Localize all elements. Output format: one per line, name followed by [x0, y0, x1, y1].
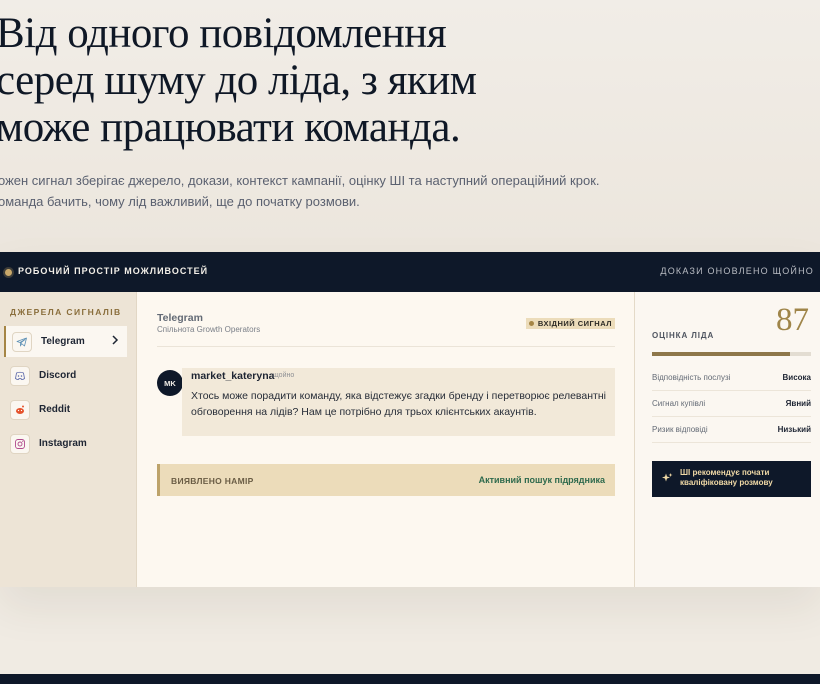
- sidebar-item-discord[interactable]: Discord: [4, 360, 127, 391]
- score-row-value: Висока: [782, 373, 811, 382]
- hero-headline: Від одного повідомлення серед шуму до лі…: [0, 10, 816, 151]
- workspace-header: РОБОЧИЙ ПРОСТІР МОЖЛИВОСТЕЙ ДОКАЗИ ОНОВЛ…: [0, 252, 820, 292]
- evidence-status: ДОКАЗИ ОНОВЛЕНО ЩОЙНО: [660, 266, 814, 276]
- headline-line: серед шуму до ліда, з яким: [0, 57, 477, 104]
- sparkle-icon: [661, 472, 673, 487]
- message-time: щойно: [273, 372, 295, 379]
- score-row-key: Сигнал купівлі: [652, 399, 706, 408]
- score-progress-bar: [652, 352, 811, 356]
- intent-label: ВИЯВЛЕНО НАМІР: [171, 476, 254, 486]
- footer-band: [0, 674, 820, 684]
- sidebar-item-label: Discord: [39, 370, 77, 381]
- score-row: Відповідність послузі Висока: [652, 365, 811, 391]
- telegram-icon: [12, 331, 32, 352]
- ai-recommendation-button[interactable]: ШІ рекомендує почати кваліфіковану розмо…: [652, 461, 811, 497]
- avatar: MK: [157, 370, 183, 396]
- score-row-key: Відповідність послузі: [652, 373, 731, 382]
- score-row: Сигнал купівлі Явний: [652, 391, 811, 417]
- score-row: Ризик відповіді Низький: [652, 417, 811, 443]
- subtext-line: ожен сигнал зберігає джерело, докази, ко…: [0, 173, 600, 188]
- headline-line: може працювати команда.: [0, 104, 461, 151]
- sidebar-title: ДЖЕРЕЛА СИГНАЛІВ: [10, 307, 122, 317]
- message-bubble: market_kateryna щойно Хтось може порадит…: [182, 368, 615, 436]
- score-row-value: Низький: [777, 425, 811, 434]
- sidebar-item-instagram[interactable]: Instagram: [4, 428, 127, 459]
- discord-icon: [10, 365, 30, 386]
- lead-score: 87: [776, 302, 809, 338]
- sidebar-item-reddit[interactable]: Reddit: [4, 394, 127, 425]
- sidebar-item-telegram[interactable]: Telegram: [4, 326, 127, 357]
- status-dot-icon: [5, 269, 12, 276]
- signal-feed: Telegram Спільнота Growth Operators ВХІД…: [137, 292, 634, 587]
- reddit-icon: [10, 399, 30, 420]
- workspace-title: РОБОЧИЙ ПРОСТІР МОЖЛИВОСТЕЙ: [18, 266, 209, 276]
- score-row-key: Ризик відповіді: [652, 425, 708, 434]
- divider: [157, 346, 615, 347]
- channel-subtitle: Спільнота Growth Operators: [157, 325, 261, 334]
- headline-line: Від одного повідомлення: [0, 10, 447, 57]
- lead-score-panel: ОЦІНКА ЛІДА 87 Відповідність послузі Вис…: [634, 292, 820, 587]
- incoming-signal-badge: ВХІДНИЙ СИГНАЛ: [525, 318, 615, 329]
- ai-recommendation-text: ШІ рекомендує почати кваліфіковану розмо…: [680, 468, 773, 487]
- intent-detected-bar: ВИЯВЛЕНО НАМІР Активний пошук підрядника: [157, 464, 615, 496]
- subtext-line: оманда бачить, чому лід важливий, ще до …: [0, 194, 360, 209]
- sidebar-item-label: Reddit: [39, 404, 71, 415]
- hero-section: Від одного повідомлення серед шуму до лі…: [0, 0, 820, 252]
- signal-sources-sidebar: ДЖЕРЕЛА СИГНАЛІВ Telegram Discord Reddit: [0, 292, 137, 587]
- intent-value: Активний пошук підрядника: [478, 475, 605, 485]
- score-row-value: Явний: [785, 399, 811, 408]
- sidebar-item-label: Telegram: [41, 336, 85, 347]
- score-label: ОЦІНКА ЛІДА: [652, 331, 715, 340]
- hero-subtext: ожен сигнал зберігає джерело, докази, ко…: [0, 170, 818, 212]
- instagram-icon: [10, 433, 30, 454]
- score-progress-fill: [652, 352, 791, 356]
- message-author: market_kateryna: [191, 370, 275, 382]
- message-text: Хтось може порадити команду, яка відстеж…: [191, 390, 606, 418]
- opportunity-workspace: РОБОЧИЙ ПРОСТІР МОЖЛИВОСТЕЙ ДОКАЗИ ОНОВЛ…: [0, 252, 820, 587]
- sidebar-item-label: Instagram: [39, 438, 87, 449]
- chevron-right-icon: [111, 335, 119, 348]
- channel-name: Telegram: [157, 312, 203, 324]
